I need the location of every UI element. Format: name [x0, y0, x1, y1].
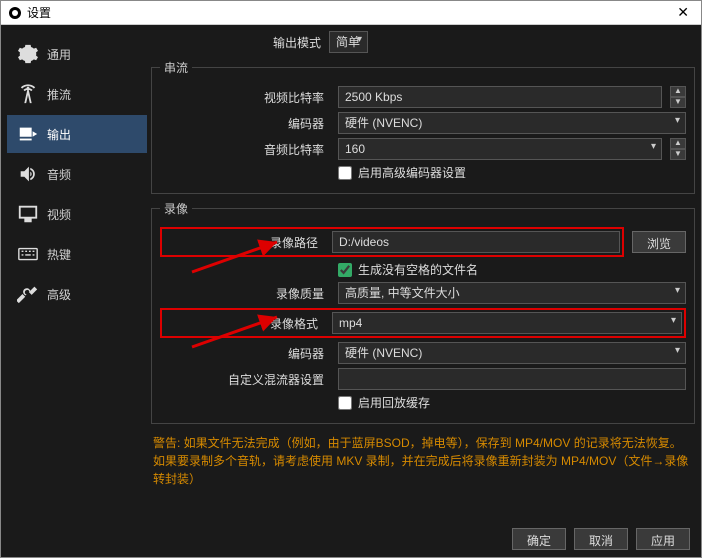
record-legend: 录像: [160, 200, 192, 217]
close-icon[interactable]: ✕: [673, 4, 693, 21]
main-panel: 输出模式 简单 串流 视频比特率 ▲ ▼ 编码器 硬件 (NVENC): [151, 31, 695, 551]
nospace-label: 生成没有空格的文件名: [358, 261, 478, 278]
replay-buffer-label: 启用回放缓存: [358, 394, 430, 411]
record-group: 录像 录像路径 浏览 生成没有空格的文: [151, 200, 695, 424]
video-bitrate-input[interactable]: [338, 86, 662, 108]
tools-icon: [17, 283, 39, 305]
nospace-checkbox[interactable]: [338, 263, 352, 277]
gear-icon: [17, 43, 39, 65]
sidebar-item-audio[interactable]: 音频: [7, 155, 147, 193]
spin-down-icon[interactable]: ▼: [670, 97, 686, 108]
keyboard-icon: [17, 243, 39, 265]
sidebar-item-video[interactable]: 视频: [7, 195, 147, 233]
spin-up-icon[interactable]: ▲: [670, 86, 686, 97]
window-title: 设置: [27, 4, 673, 21]
stream-encoder-select[interactable]: 硬件 (NVENC): [338, 112, 686, 134]
spin-down-icon[interactable]: ▼: [670, 149, 686, 160]
titlebar: 设置 ✕: [1, 1, 701, 25]
sidebar-item-output[interactable]: 输出: [7, 115, 147, 153]
monitor-icon: [17, 203, 39, 225]
warning-text: 警告: 如果文件无法完成（例如，由于蓝屏BSOD，掉电等），保存到 MP4/MO…: [151, 430, 695, 490]
output-mode-row: 输出模式 简单: [151, 31, 695, 53]
antenna-icon: [17, 83, 39, 105]
spin-up-icon[interactable]: ▲: [670, 138, 686, 149]
sidebar-item-general[interactable]: 通用: [7, 35, 147, 73]
record-path-label: 录像路径: [164, 234, 324, 251]
browse-button[interactable]: 浏览: [632, 231, 686, 253]
sidebar-item-hotkeys[interactable]: 热键: [7, 235, 147, 273]
audio-bitrate-label: 音频比特率: [160, 141, 330, 158]
output-mode-label: 输出模式: [151, 34, 321, 51]
replay-buffer-checkbox[interactable]: [338, 396, 352, 410]
sidebar-item-label: 音频: [47, 166, 71, 183]
stream-legend: 串流: [160, 59, 192, 76]
video-bitrate-label: 视频比特率: [160, 89, 330, 106]
cancel-button[interactable]: 取消: [574, 528, 628, 550]
record-format-select[interactable]: mp4: [332, 312, 682, 334]
record-format-label: 录像格式: [164, 315, 324, 332]
advanced-encoder-label: 启用高级编码器设置: [358, 164, 466, 181]
sidebar: 通用 推流 输出 音频 视频 热键 高级: [7, 31, 147, 551]
record-quality-label: 录像质量: [160, 285, 330, 302]
muxer-label: 自定义混流器设置: [160, 371, 330, 388]
advanced-encoder-checkbox[interactable]: [338, 166, 352, 180]
sidebar-item-label: 推流: [47, 86, 71, 103]
muxer-input[interactable]: [338, 368, 686, 390]
record-encoder-label: 编码器: [160, 345, 330, 362]
sidebar-item-label: 视频: [47, 206, 71, 223]
dialog-buttons: 确定 取消 应用: [512, 528, 690, 550]
sidebar-item-label: 输出: [47, 126, 71, 143]
speaker-icon: [17, 163, 39, 185]
audio-bitrate-select[interactable]: 160: [338, 138, 662, 160]
sidebar-item-advanced[interactable]: 高级: [7, 275, 147, 313]
apply-button[interactable]: 应用: [636, 528, 690, 550]
output-icon: [17, 123, 39, 145]
record-quality-select[interactable]: 高质量, 中等文件大小: [338, 282, 686, 304]
record-encoder-select[interactable]: 硬件 (NVENC): [338, 342, 686, 364]
stream-group: 串流 视频比特率 ▲ ▼ 编码器 硬件 (NVENC) 音频比特率 160 ▲ …: [151, 59, 695, 194]
output-mode-select[interactable]: 简单: [329, 31, 368, 53]
sidebar-item-stream[interactable]: 推流: [7, 75, 147, 113]
sidebar-item-label: 高级: [47, 286, 71, 303]
sidebar-item-label: 热键: [47, 246, 71, 263]
sidebar-item-label: 通用: [47, 46, 71, 63]
record-path-input[interactable]: [332, 231, 620, 253]
encoder-label: 编码器: [160, 115, 330, 132]
ok-button[interactable]: 确定: [512, 528, 566, 550]
app-icon: [9, 7, 21, 19]
